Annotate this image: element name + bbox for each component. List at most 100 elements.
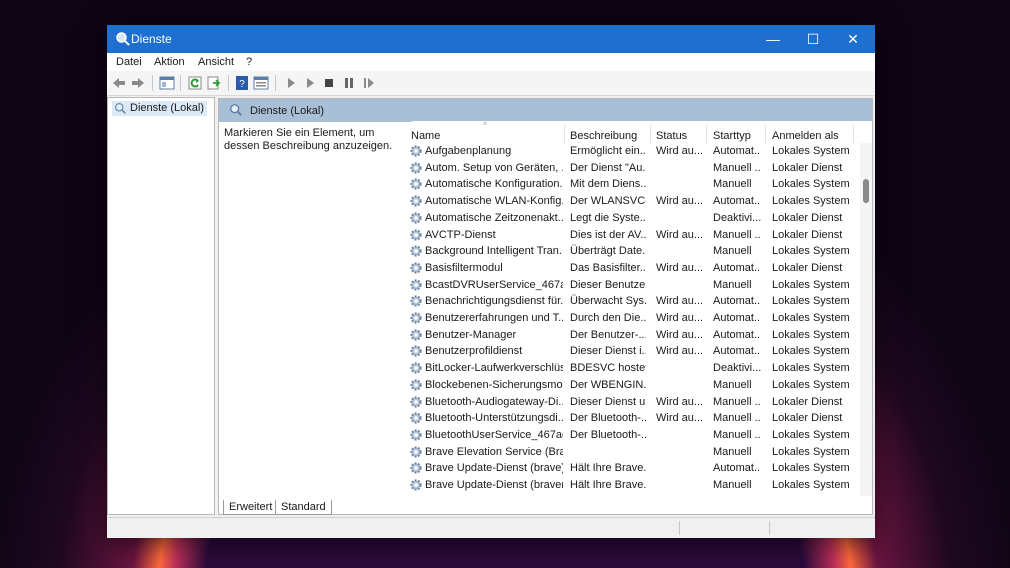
column-divider[interactable] (650, 125, 651, 143)
column-header-starttype[interactable]: Starttyp (713, 130, 751, 142)
toolbar-separator (275, 75, 276, 91)
tree-item-services-local[interactable]: Dienste (Lokal) (112, 101, 207, 116)
title-bar[interactable]: Dienste — ☐ ✕ (107, 25, 875, 53)
column-header-name[interactable]: Name (411, 130, 440, 142)
stop-service-icon[interactable] (321, 75, 337, 91)
close-button[interactable]: ✕ (833, 25, 873, 53)
service-description: Ermöglicht ein... (570, 145, 646, 157)
service-logon: Lokales System (772, 312, 850, 324)
column-divider[interactable] (706, 125, 707, 143)
service-starttype: Deaktivi... (713, 211, 761, 224)
column-divider[interactable] (765, 125, 766, 143)
table-row[interactable]: BcastDVRUserService_467ae Dieser Benutze.… (407, 277, 852, 294)
services-list: ^ Name Beschreibung Status Starttyp Anme… (407, 121, 872, 496)
vertical-scrollbar[interactable] (860, 143, 872, 496)
table-row[interactable]: Background Intelligent Tran... Überträgt … (407, 243, 852, 260)
column-header-logon[interactable]: Anmelden als (772, 130, 839, 142)
maximize-button[interactable]: ☐ (793, 25, 833, 53)
back-arrow-icon[interactable] (111, 75, 127, 91)
window-title: Dienste (131, 32, 172, 46)
status-bar-divider (769, 521, 770, 535)
scrollbar-thumb[interactable] (863, 179, 869, 203)
service-name: Bluetooth-Audiogateway-Di... (425, 395, 563, 408)
services-panel: Dienste (Lokal) Markieren Sie ein Elemen… (218, 98, 873, 515)
services-magnifier-icon (230, 104, 242, 116)
table-row[interactable]: Benutzererfahrungen und T... Durch den Di… (407, 310, 852, 327)
table-row[interactable]: Autom. Setup von Geräten, ... Der Dienst … (407, 160, 852, 177)
service-logon: Lokales System (772, 178, 850, 191)
table-row[interactable]: Bluetooth-Unterstützungsdi... Der Bluetoo… (407, 410, 852, 427)
service-starttype: Manuell (713, 178, 752, 191)
service-status: Wird au... (656, 345, 702, 358)
service-gear-icon (410, 145, 422, 157)
table-row[interactable]: Benutzerprofildienst Dieser Dienst i... Wi… (407, 343, 852, 360)
service-gear-icon (410, 245, 422, 257)
menu-datei[interactable]: Datei (116, 56, 142, 68)
table-row[interactable]: Automatische Zeitzonenakt... Legt die Sys… (407, 210, 852, 227)
menu-help[interactable]: ? (246, 56, 252, 68)
table-row[interactable]: Brave Update-Dienst (bravem) Hält Ihre Br… (407, 477, 852, 494)
service-status: Wird au... (656, 228, 702, 241)
tab-standard[interactable]: Standard (275, 500, 332, 515)
table-row[interactable]: Basisfiltermodul Das Basisfilter... Wird a… (407, 260, 852, 277)
column-header-description[interactable]: Beschreibung (570, 130, 637, 142)
table-row[interactable]: Benutzer-Manager Der Benutzer-... Wird au.… (407, 327, 852, 344)
service-gear-icon (410, 295, 422, 307)
svg-text:?: ? (239, 79, 245, 90)
table-row[interactable]: AVCTP-Dienst Dies ist der AV... Wird au...… (407, 227, 852, 244)
table-row[interactable]: Aufgabenplanung Ermöglicht ein... Wird au.… (407, 143, 852, 160)
table-row[interactable]: Brave Update-Dienst (brave) Hält Ihre Bra… (407, 460, 852, 477)
service-starttype: Automat... (713, 295, 761, 308)
properties-icon[interactable] (253, 75, 269, 91)
table-row[interactable]: BitLocker-Laufwerkverschlüs... BDESVC hos… (407, 360, 852, 377)
service-gear-icon (410, 195, 422, 207)
service-status: Wird au... (656, 145, 702, 157)
service-logon: Lokales System (772, 462, 850, 475)
column-header-status[interactable]: Status (656, 130, 687, 142)
services-window: Dienste — ☐ ✕ Datei Aktion Ansicht ? ? D… (107, 25, 875, 538)
refresh-icon[interactable] (187, 75, 203, 91)
pause-service-icon[interactable] (341, 75, 357, 91)
restart-service-icon[interactable] (361, 75, 377, 91)
panel-header: Dienste (Lokal) (219, 99, 872, 122)
tab-erweitert[interactable]: Erweitert (223, 500, 279, 515)
table-row[interactable]: BluetoothUserService_467ae Der Bluetooth-… (407, 427, 852, 444)
service-name: Blockebenen-Sicherungsmo... (425, 378, 563, 391)
help-icon[interactable]: ? (234, 75, 250, 91)
console-tree-icon[interactable] (159, 75, 175, 91)
table-row[interactable]: Blockebenen-Sicherungsmo... Der WBENGIN..… (407, 377, 852, 394)
start-service-icon[interactable] (283, 75, 299, 91)
menu-ansicht[interactable]: Ansicht (198, 56, 234, 68)
table-row[interactable]: Brave Elevation Service (Brav... Manuell L… (407, 444, 852, 461)
service-name: Bluetooth-Unterstützungsdi... (425, 412, 563, 425)
service-name: AVCTP-Dienst (425, 228, 496, 241)
service-description: Dieser Benutze... (570, 278, 646, 291)
service-logon: Lokales System (772, 145, 850, 157)
service-name: Benutzer-Manager (425, 328, 517, 341)
service-gear-icon (410, 162, 422, 174)
column-divider[interactable] (853, 125, 854, 143)
service-name: Automatische Zeitzonenakt... (425, 211, 563, 224)
service-description: BDESVC hostet... (570, 362, 646, 375)
services-gear-icon (115, 103, 126, 114)
export-list-icon[interactable] (206, 75, 222, 91)
table-row[interactable]: Bluetooth-Audiogateway-Di... Dieser Diens… (407, 394, 852, 411)
table-row[interactable]: Automatische WLAN-Konfig... Der WLANSVC-.… (407, 193, 852, 210)
service-logon: Lokales System (772, 378, 850, 391)
column-divider[interactable] (564, 125, 565, 143)
start-service-alt-icon[interactable] (302, 75, 318, 91)
service-logon: Lokales System (772, 245, 850, 258)
service-description: Überträgt Date... (570, 245, 646, 258)
minimize-button[interactable]: — (753, 25, 793, 53)
service-gear-icon (410, 178, 422, 190)
service-name: Brave Update-Dienst (brave) (425, 462, 563, 475)
service-starttype: Manuell (713, 245, 752, 258)
panel-header-label: Dienste (Lokal) (250, 105, 324, 117)
service-name: Background Intelligent Tran... (425, 245, 563, 258)
service-description: Der WLANSVC-... (570, 195, 646, 208)
service-logon: Lokales System (772, 345, 850, 358)
forward-arrow-icon[interactable] (130, 75, 146, 91)
menu-aktion[interactable]: Aktion (154, 56, 185, 68)
table-row[interactable]: Automatische Konfiguration... Mit dem Die… (407, 176, 852, 193)
table-row[interactable]: Benachrichtigungsdienst für... Überwacht … (407, 293, 852, 310)
